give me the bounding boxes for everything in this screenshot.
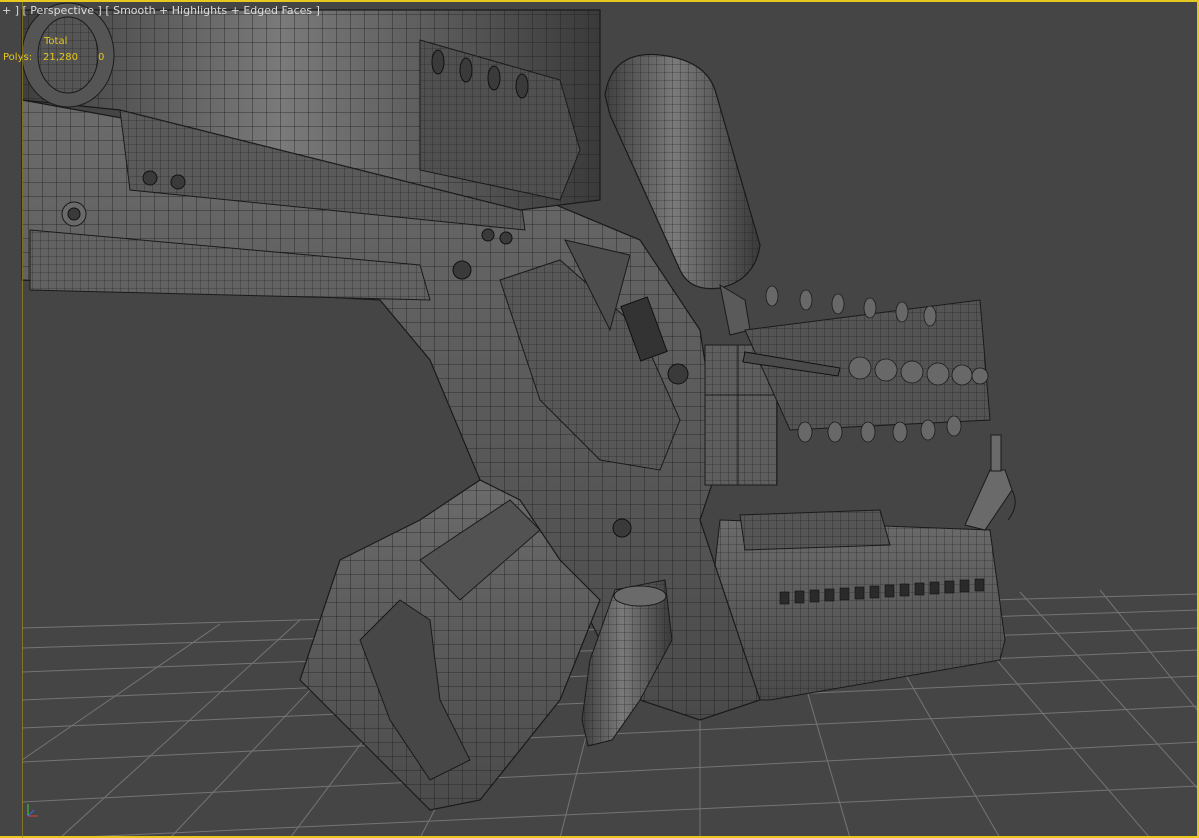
scene-canvas[interactable] — [0, 0, 1199, 838]
viewport-perspective[interactable]: + ] [ Perspective ] [ Smooth + Highlight… — [0, 0, 1199, 838]
stats-total-header: Total — [44, 36, 68, 47]
stats-polys-label: Polys: — [3, 52, 33, 63]
axis-tripod-icon — [27, 804, 38, 817]
stats-polys-selected: 0 — [98, 52, 105, 63]
viewport-left-edge — [22, 2, 23, 838]
viewport-menu-label: + ] [ Perspective ] [ Smooth + Highlight… — [2, 4, 320, 17]
model-spike-cluster — [742, 285, 991, 443]
viewport-view-menu[interactable]: [ Perspective ] — [23, 4, 102, 17]
viewport-shading-menu[interactable]: [ Smooth + Highlights + Edged Faces ] — [105, 4, 320, 17]
active-viewport-border-top — [0, 0, 1199, 2]
stats-polys-total: 21,280 — [43, 52, 78, 63]
model-antenna — [964, 434, 1016, 531]
viewport-general-menu[interactable]: + ] — [2, 4, 19, 17]
